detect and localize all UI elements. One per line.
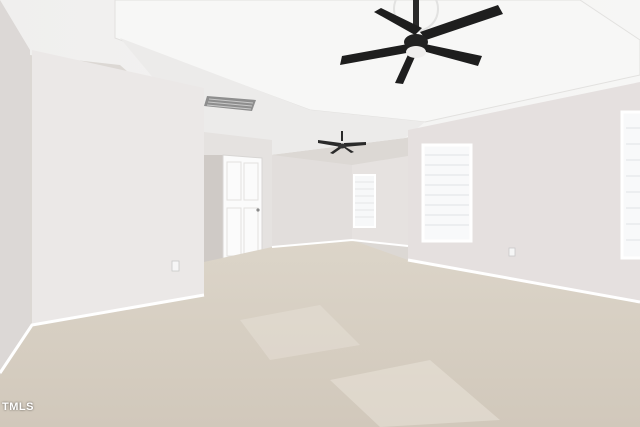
- front-wall: [32, 50, 204, 325]
- far-window: [353, 174, 376, 228]
- left-wall: [0, 0, 30, 375]
- room-illustration: [0, 0, 640, 427]
- empty-room-photo: TMLS: [0, 0, 640, 427]
- interior-door: [222, 154, 263, 265]
- back-wall: [272, 155, 352, 247]
- window-right: [620, 110, 640, 260]
- watermark: TMLS: [2, 401, 34, 413]
- outlet-icon: [171, 260, 180, 272]
- window-center: [421, 143, 473, 243]
- hallway-opening: [204, 155, 224, 262]
